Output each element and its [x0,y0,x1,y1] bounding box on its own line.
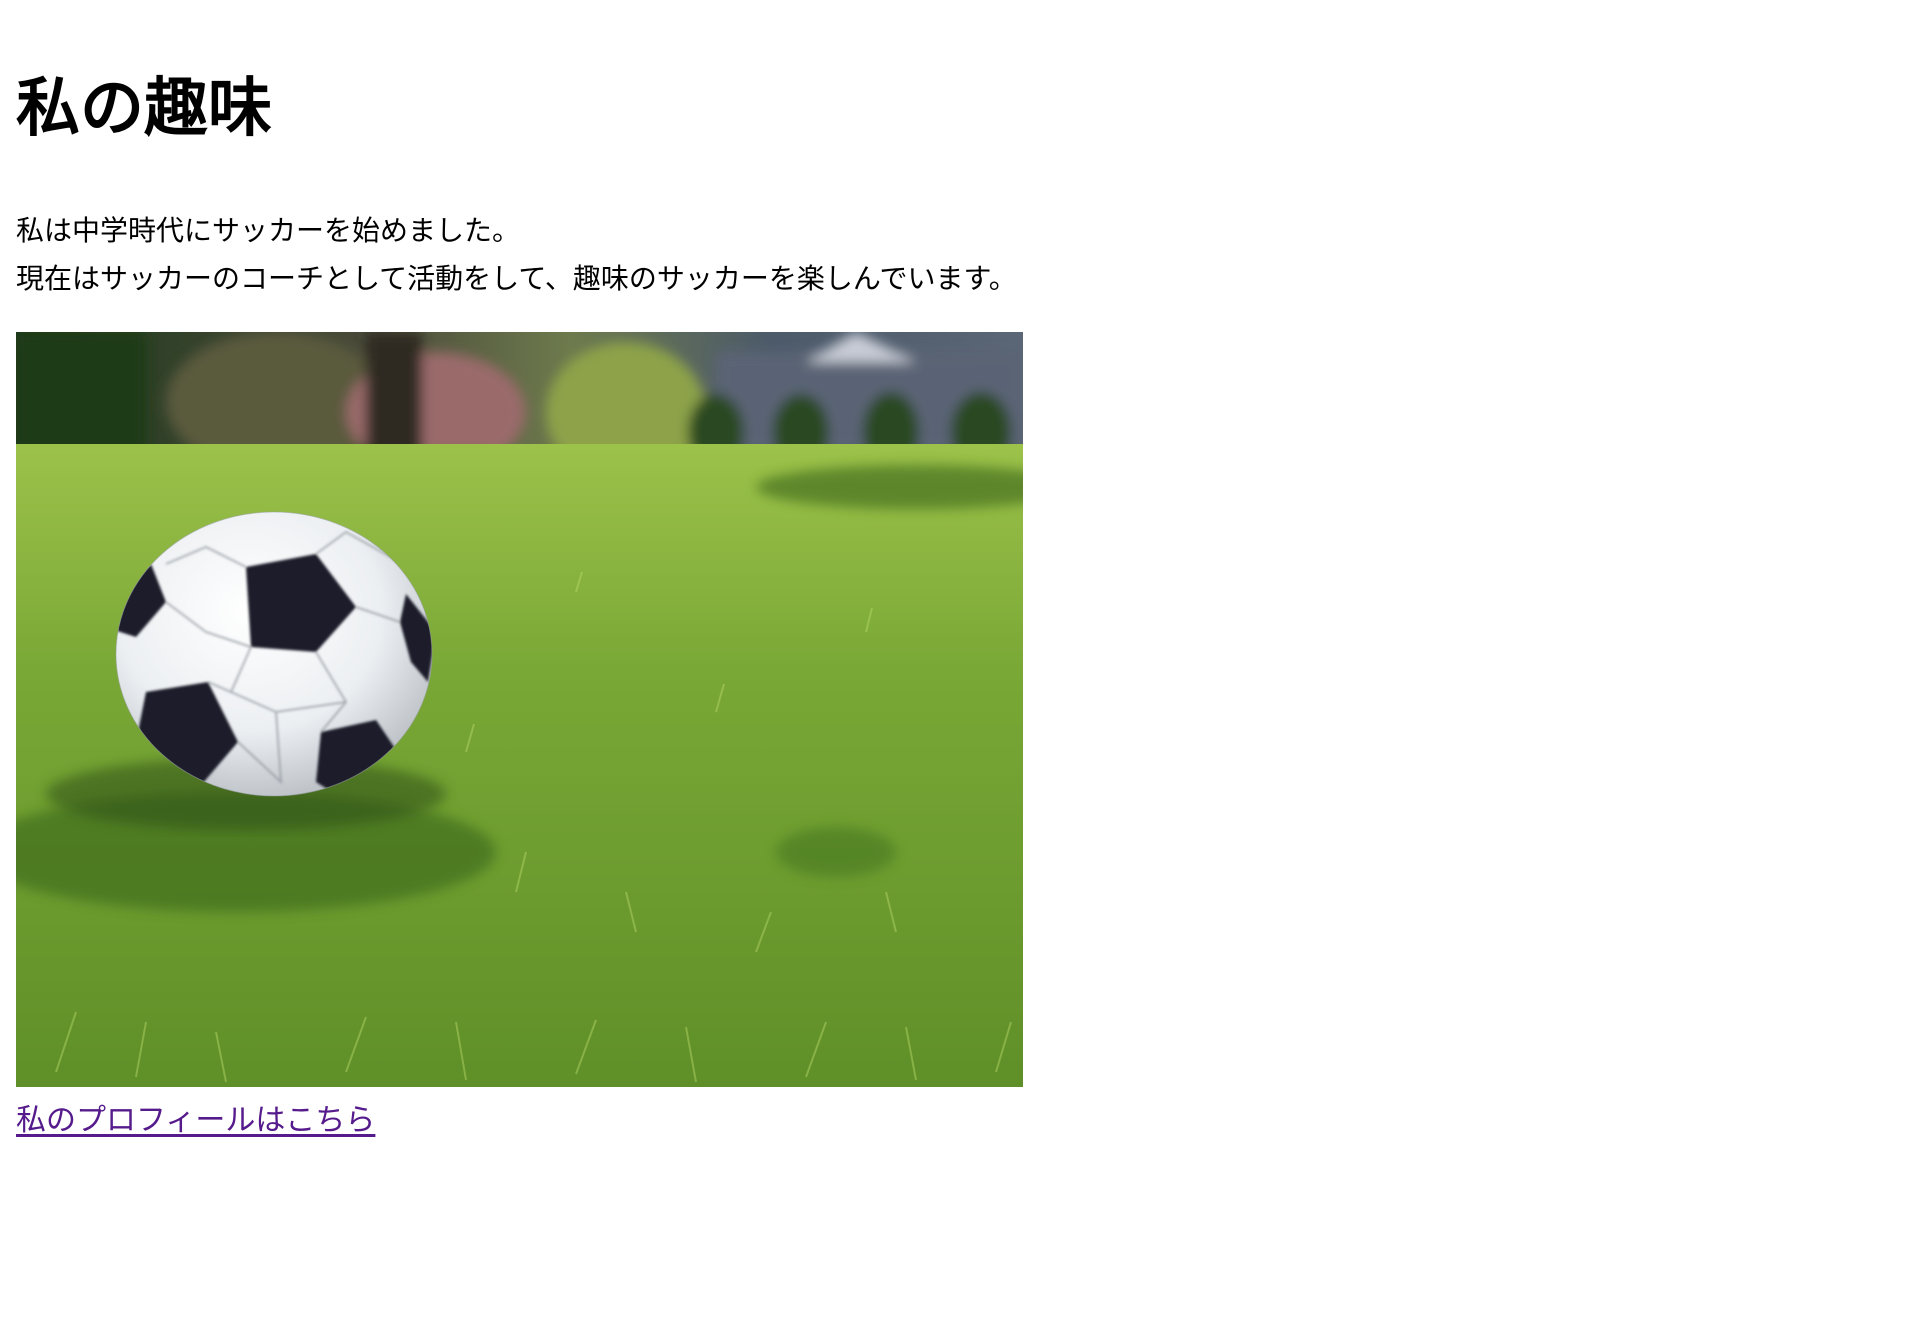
intro-line-1: 私は中学時代にサッカーを始めました。 [16,214,521,247]
intro-text: 私は中学時代にサッカーを始めました。 現在はサッカーのコーチとして活動をして、趣… [16,207,1918,303]
profile-link[interactable]: 私のプロフィールはこちら [16,1101,375,1141]
page-title: 私の趣味 [16,72,272,146]
page-body: 私の趣味 私は中学時代にサッカーを始めました。 現在はサッカーのコーチとして活動… [0,0,1918,1141]
soccer-ball-image [16,332,1023,1087]
intro-line-2: 現在はサッカーのコーチとして活動をして、趣味のサッカーを楽しんでいます。 [16,262,1017,295]
soccer-ball-photo [16,332,1023,1087]
